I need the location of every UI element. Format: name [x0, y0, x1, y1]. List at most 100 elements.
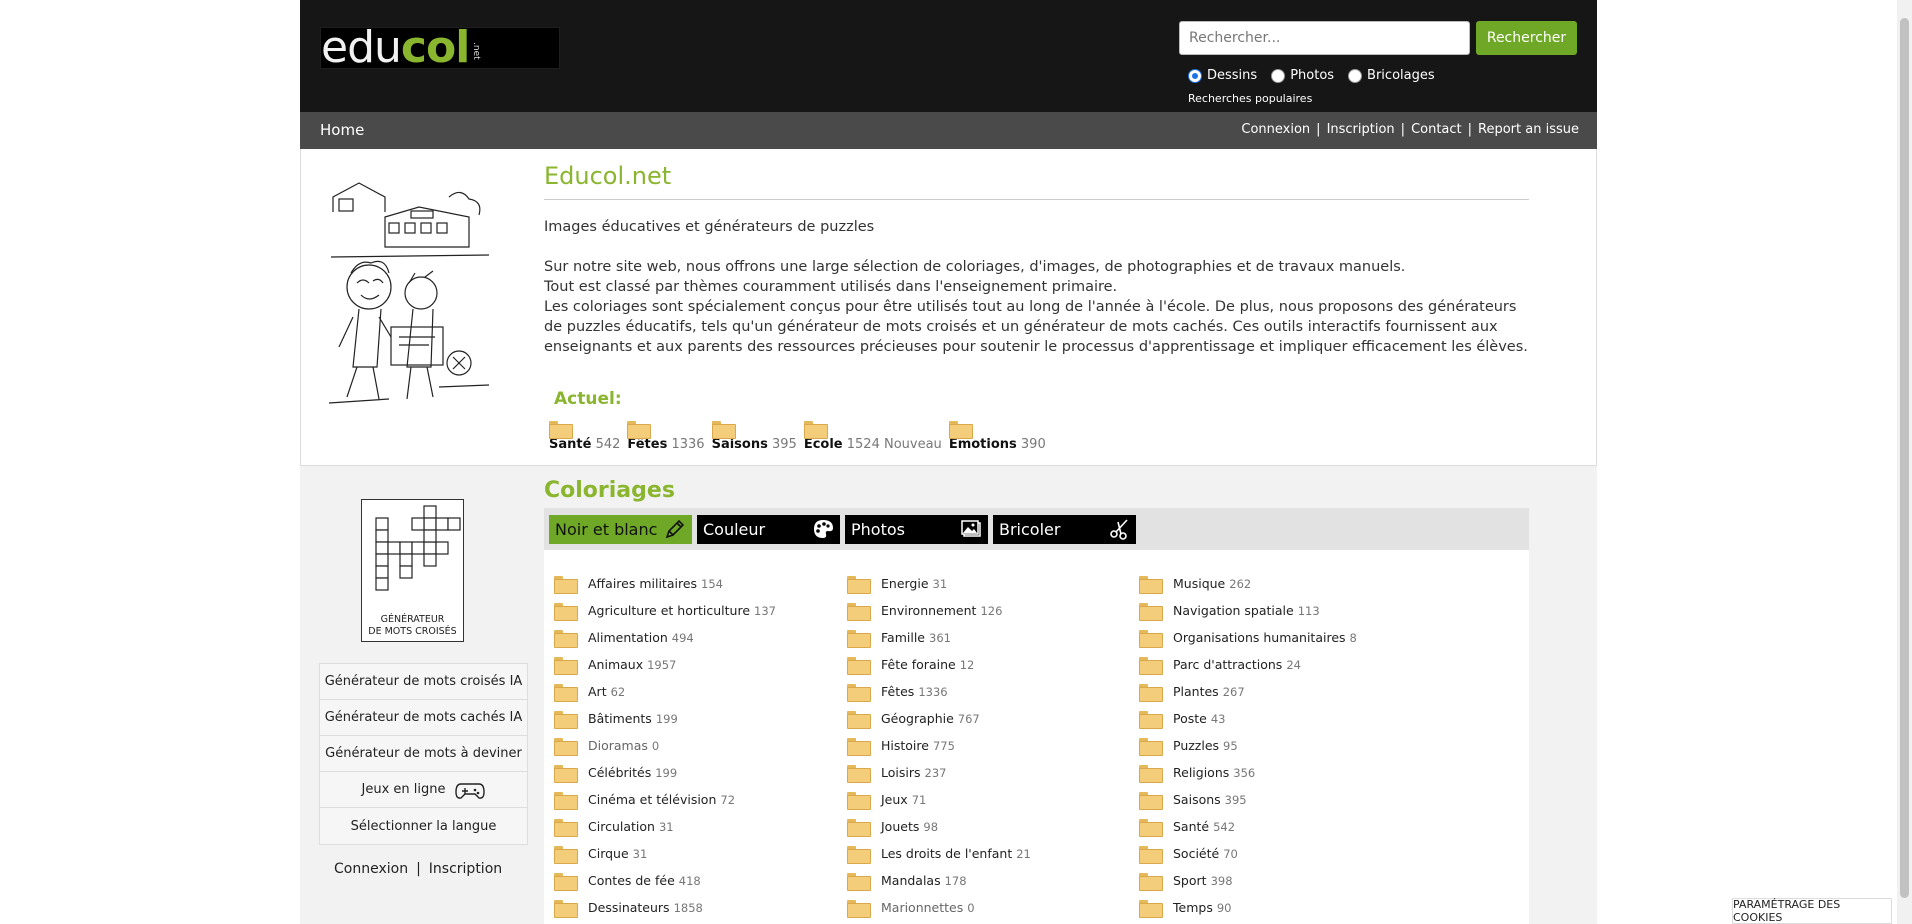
folder-icon — [554, 899, 578, 918]
category-item[interactable]: Histoire 775 — [837, 732, 1031, 759]
radio-dot[interactable] — [1271, 68, 1286, 83]
category-item[interactable]: Société 70 — [1129, 840, 1357, 867]
category-name: Agriculture et horticulture — [588, 603, 751, 618]
folder-icon — [1139, 683, 1163, 702]
category-item[interactable]: Environnement 126 — [837, 597, 1031, 624]
folder-icon — [549, 421, 573, 439]
actuel-item-emotions[interactable]: Emotions 390 — [948, 421, 1046, 452]
folder-icon — [1139, 629, 1163, 648]
nav-register-link[interactable]: Inscription — [1327, 122, 1395, 137]
category-item[interactable]: Sport 398 — [1129, 867, 1357, 894]
category-name: Temps — [1173, 900, 1213, 915]
sidebar-item-online-games[interactable]: Jeux en ligne — [320, 772, 527, 808]
category-count: 1336 — [918, 684, 948, 699]
category-item[interactable]: Mandalas 178 — [837, 867, 1031, 894]
intro-line: Les coloriages sont spécialement conçus … — [544, 299, 1528, 355]
sidebar-item-guess-words[interactable]: Générateur de mots à deviner — [320, 736, 527, 772]
category-item[interactable]: Navigation spatiale 113 — [1129, 597, 1357, 624]
tab-couleur[interactable]: Couleur — [697, 515, 840, 544]
category-item[interactable]: Bâtiments 199 — [544, 705, 776, 732]
sidebar-item-crossword-ai[interactable]: Générateur de mots croisés IA — [320, 664, 527, 700]
category-item[interactable]: Energie 31 — [837, 570, 1031, 597]
category-item[interactable]: Parc d'attractions 24 — [1129, 651, 1357, 678]
category-item[interactable]: Contes de fée 418 — [544, 867, 776, 894]
radio-dessins[interactable]: Dessins — [1188, 68, 1257, 83]
scrollbar-thumb[interactable] — [1900, 18, 1909, 898]
crossword-generator-banner[interactable]: GÉNÉRATEUR DE MOTS CROISÉS — [361, 499, 464, 642]
category-item[interactable]: Agriculture et horticulture 137 — [544, 597, 776, 624]
folder-icon — [847, 710, 871, 729]
category-item[interactable]: Plantes 267 — [1129, 678, 1357, 705]
folder-icon — [554, 791, 578, 810]
search-button[interactable]: Rechercher — [1476, 21, 1577, 55]
popular-searches-link[interactable]: Recherches populaires — [1188, 92, 1312, 105]
search-input[interactable] — [1179, 21, 1470, 55]
page: educol .net Rechercher Dessins Photos Br… — [300, 0, 1597, 924]
category-item[interactable]: Fête foraine 12 — [837, 651, 1031, 678]
category-count: 95 — [1223, 738, 1238, 753]
actuel-count: 542 — [595, 437, 621, 452]
actuel-item-ecole[interactable]: Ecole 1524 Nouveau — [803, 421, 942, 452]
nav-contact-link[interactable]: Contact — [1411, 122, 1462, 137]
page-scrollbar[interactable] — [1897, 0, 1912, 924]
sidebar-auth: Connexion | Inscription — [334, 861, 502, 877]
category-item[interactable]: Santé 542 — [1129, 813, 1357, 840]
category-item[interactable]: Religions 356 — [1129, 759, 1357, 786]
category-item[interactable]: Circulation 31 — [544, 813, 776, 840]
category-item[interactable]: Alimentation 494 — [544, 624, 776, 651]
sidebar-item-wordsearch-ai[interactable]: Générateur de mots cachés IA — [320, 700, 527, 736]
category-item[interactable]: Famille 361 — [837, 624, 1031, 651]
category-item[interactable]: Cirque 31 — [544, 840, 776, 867]
category-item[interactable]: Organisations humanitaires 8 — [1129, 624, 1357, 651]
category-item[interactable]: Affaires militaires 154 — [544, 570, 776, 597]
nav-report-issue-link[interactable]: Report an issue — [1478, 122, 1579, 137]
category-item[interactable]: Poste 43 — [1129, 705, 1357, 732]
category-item[interactable]: Musique 262 — [1129, 570, 1357, 597]
category-count: 126 — [980, 603, 1003, 618]
radio-dot[interactable] — [1188, 68, 1202, 83]
logo-col-text: col — [400, 27, 470, 69]
category-item[interactable]: Art 62 — [544, 678, 776, 705]
category-item[interactable]: Dioramas 0 — [544, 732, 776, 759]
category-item[interactable]: Géographie 767 — [837, 705, 1031, 732]
category-item[interactable]: Animaux 1957 — [544, 651, 776, 678]
category-item[interactable]: Cinéma et télévision 72 — [544, 786, 776, 813]
tab-noir-et-blanc[interactable]: Noir et blanc — [549, 515, 692, 544]
nav-bar: Home Connexion | Inscription | Contact | Re… — [300, 112, 1597, 149]
actuel-item-fetes[interactable]: Fêtes 1336 — [627, 421, 705, 452]
category-item[interactable]: Marionnettes 0 — [837, 894, 1031, 921]
radio-dot[interactable] — [1348, 68, 1363, 83]
tab-bricoler[interactable]: Bricoler — [993, 515, 1136, 544]
tab-label: Couleur — [703, 520, 766, 539]
logo-edu-text: edu — [321, 27, 402, 69]
banner-label-line: GÉNÉRATEUR — [380, 614, 445, 625]
category-item[interactable]: Loisirs 237 — [837, 759, 1031, 786]
category-item[interactable]: Dessinateurs 1858 — [544, 894, 776, 921]
logo-net-text: .net — [471, 42, 481, 60]
category-item[interactable]: Jouets 98 — [837, 813, 1031, 840]
sidebar-item-language[interactable]: Sélectionner la langue — [320, 808, 527, 844]
category-count: 267 — [1222, 684, 1245, 699]
sidebar-login-link[interactable]: Connexion — [334, 861, 408, 877]
site-logo[interactable]: educol .net — [320, 27, 560, 69]
category-item[interactable]: Fêtes 1336 — [837, 678, 1031, 705]
category-item[interactable]: Célébrités 199 — [544, 759, 776, 786]
folder-icon — [847, 764, 871, 783]
actuel-item-saisons[interactable]: Saisons 395 — [711, 421, 797, 452]
tab-photos[interactable]: Photos — [845, 515, 988, 544]
radio-bricolages[interactable]: Bricolages — [1348, 68, 1435, 83]
nav-login-link[interactable]: Connexion — [1241, 122, 1310, 137]
radio-photos[interactable]: Photos — [1271, 68, 1334, 83]
palette-icon — [814, 520, 833, 538]
nav-separator: | — [1316, 122, 1321, 137]
category-item[interactable]: Les droits de l'enfant 21 — [837, 840, 1031, 867]
category-item[interactable]: Temps 90 — [1129, 894, 1357, 921]
cookie-settings-button[interactable]: PARAMÉTRAGE DES COOKIES — [1732, 898, 1892, 924]
nav-home-link[interactable]: Home — [320, 121, 364, 139]
folder-icon — [554, 602, 578, 621]
sidebar-register-link[interactable]: Inscription — [429, 861, 502, 877]
category-item[interactable]: Saisons 395 — [1129, 786, 1357, 813]
category-item[interactable]: Puzzles 95 — [1129, 732, 1357, 759]
category-item[interactable]: Jeux 71 — [837, 786, 1031, 813]
actuel-item-sante[interactable]: Santé 542 — [549, 421, 620, 452]
